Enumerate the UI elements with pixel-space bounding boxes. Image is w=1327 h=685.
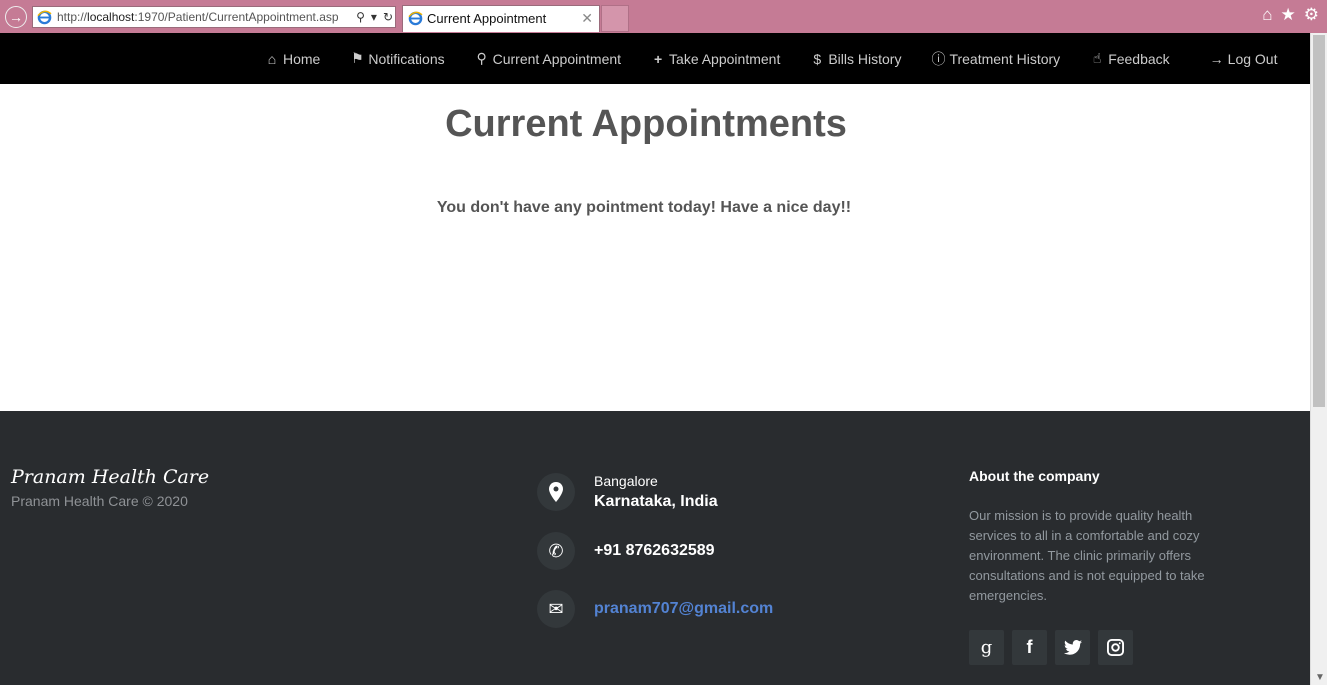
footer-phone-number: +91 8762632589 [594, 542, 715, 559]
nav-label: Bills History [828, 50, 902, 67]
nav-label: Log Out [1227, 50, 1278, 67]
facebook-icon[interactable]: f [1012, 630, 1047, 665]
footer-address: Bangalore Karnataka, India [537, 473, 718, 511]
browser-tools: ⌂ ★ ⚙ [1254, 5, 1319, 25]
about-text: Our mission is to provide quality health… [969, 508, 1205, 603]
tab-title: Current Appointment [427, 11, 547, 26]
scroll-down-arrow[interactable]: ▼ [1315, 672, 1325, 683]
address-host: localhost [87, 10, 135, 24]
browser-chrome: → http://localhost:1970/Patient/CurrentA… [0, 0, 1327, 33]
nav-label: Take Appointment [669, 50, 781, 67]
instagram-icon[interactable] [1098, 630, 1133, 665]
log-out-icon: → [1209, 50, 1224, 67]
ie-icon [408, 11, 423, 26]
footer-brand: Pranam Health Care [11, 466, 210, 488]
google-icon[interactable]: g [969, 630, 1004, 665]
map-marker-icon [537, 473, 575, 511]
nav-item-take-appointment[interactable]: + Take Appointment [651, 51, 780, 67]
browser-tab[interactable]: Current Appointment ✕ [402, 5, 600, 32]
refresh-icon[interactable]: ↻ [383, 10, 393, 24]
nav-label: Current Appointment [492, 50, 622, 67]
plus-icon: + [653, 50, 663, 67]
footer-about: About the company Our mission is to prov… [969, 468, 1219, 606]
nav-item-current-appointment[interactable]: ⚲ Current Appointment [475, 50, 621, 67]
nav-item-treatment-history[interactable]: ⓘ Treatment History [931, 49, 1060, 69]
page-title: Current Appointments [445, 103, 847, 145]
dollar-icon: $ [813, 50, 822, 67]
nav-label: Home [283, 50, 321, 67]
nav-item-bills-history[interactable]: $ Bills History [810, 51, 901, 67]
info-icon: ⓘ [931, 50, 946, 67]
star-icon[interactable]: ★ [1281, 5, 1296, 24]
footer-copyright: Pranam Health Care © 2020 [11, 493, 188, 509]
site-footer: Pranam Health Care Pranam Health Care © … [0, 411, 1310, 685]
no-appointment-message: You don't have any pointment today! Have… [436, 199, 852, 216]
nav-item-feedback[interactable]: ☝ Feedback [1090, 50, 1170, 67]
scrollbar-thumb[interactable] [1313, 35, 1325, 407]
envelope-icon: ✉ [537, 590, 575, 628]
page-scrollbar[interactable]: ▼ [1310, 33, 1327, 685]
footer-email-link[interactable]: pranam707@gmail.com [594, 600, 773, 618]
twitter-icon[interactable] [1055, 630, 1090, 665]
search-icon[interactable]: ⚲ [356, 10, 365, 24]
phone-icon: ✆ [537, 532, 575, 570]
nav-label: Notifications [368, 50, 445, 67]
search-icon: ⚲ [476, 50, 487, 66]
footer-email: ✉ pranam707@gmail.com [537, 590, 773, 628]
top-navbar: ⌂ Home ⚑ Notifications ⚲ Current Appointmen… [0, 33, 1310, 84]
nav-item-logout[interactable]: → Log Out [1210, 51, 1278, 67]
nav-label: Feedback [1108, 50, 1170, 67]
footer-phone: ✆ +91 8762632589 [537, 532, 715, 570]
footer-state: Karnataka, India [594, 493, 718, 510]
address-bar[interactable]: http://localhost:1970/Patient/CurrentApp… [32, 6, 396, 28]
home-icon: ⌂ [267, 50, 277, 67]
nav-item-home[interactable]: ⌂ Home [265, 50, 321, 67]
close-tab-icon[interactable]: ✕ [581, 6, 593, 31]
back-button[interactable]: → [5, 6, 27, 28]
chevron-down-icon[interactable]: ▾ [371, 10, 377, 24]
address-path: :1970/Patient/CurrentAppointment.asp [134, 10, 339, 24]
address-tools: ⚲ ▾ ↻ [346, 7, 393, 27]
page-viewport: ⌂ Home ⚑ Notifications ⚲ Current Appointmen… [0, 33, 1310, 685]
footer-city: Bangalore [594, 473, 658, 489]
home-icon[interactable]: ⌂ [1262, 5, 1272, 24]
gear-icon[interactable]: ⚙ [1304, 5, 1319, 24]
flag-icon: ⚑ [351, 50, 364, 66]
ie-icon [37, 10, 52, 25]
social-links: g f [969, 630, 1141, 665]
address-prefix: http:// [57, 10, 88, 24]
about-title: About the company [969, 468, 1100, 484]
nav-label: Treatment History [949, 50, 1061, 67]
nav-item-notifications[interactable]: ⚑ Notifications [350, 50, 445, 67]
new-tab-button[interactable] [601, 5, 629, 32]
thumbs-up-icon: ☝ [1092, 50, 1102, 66]
